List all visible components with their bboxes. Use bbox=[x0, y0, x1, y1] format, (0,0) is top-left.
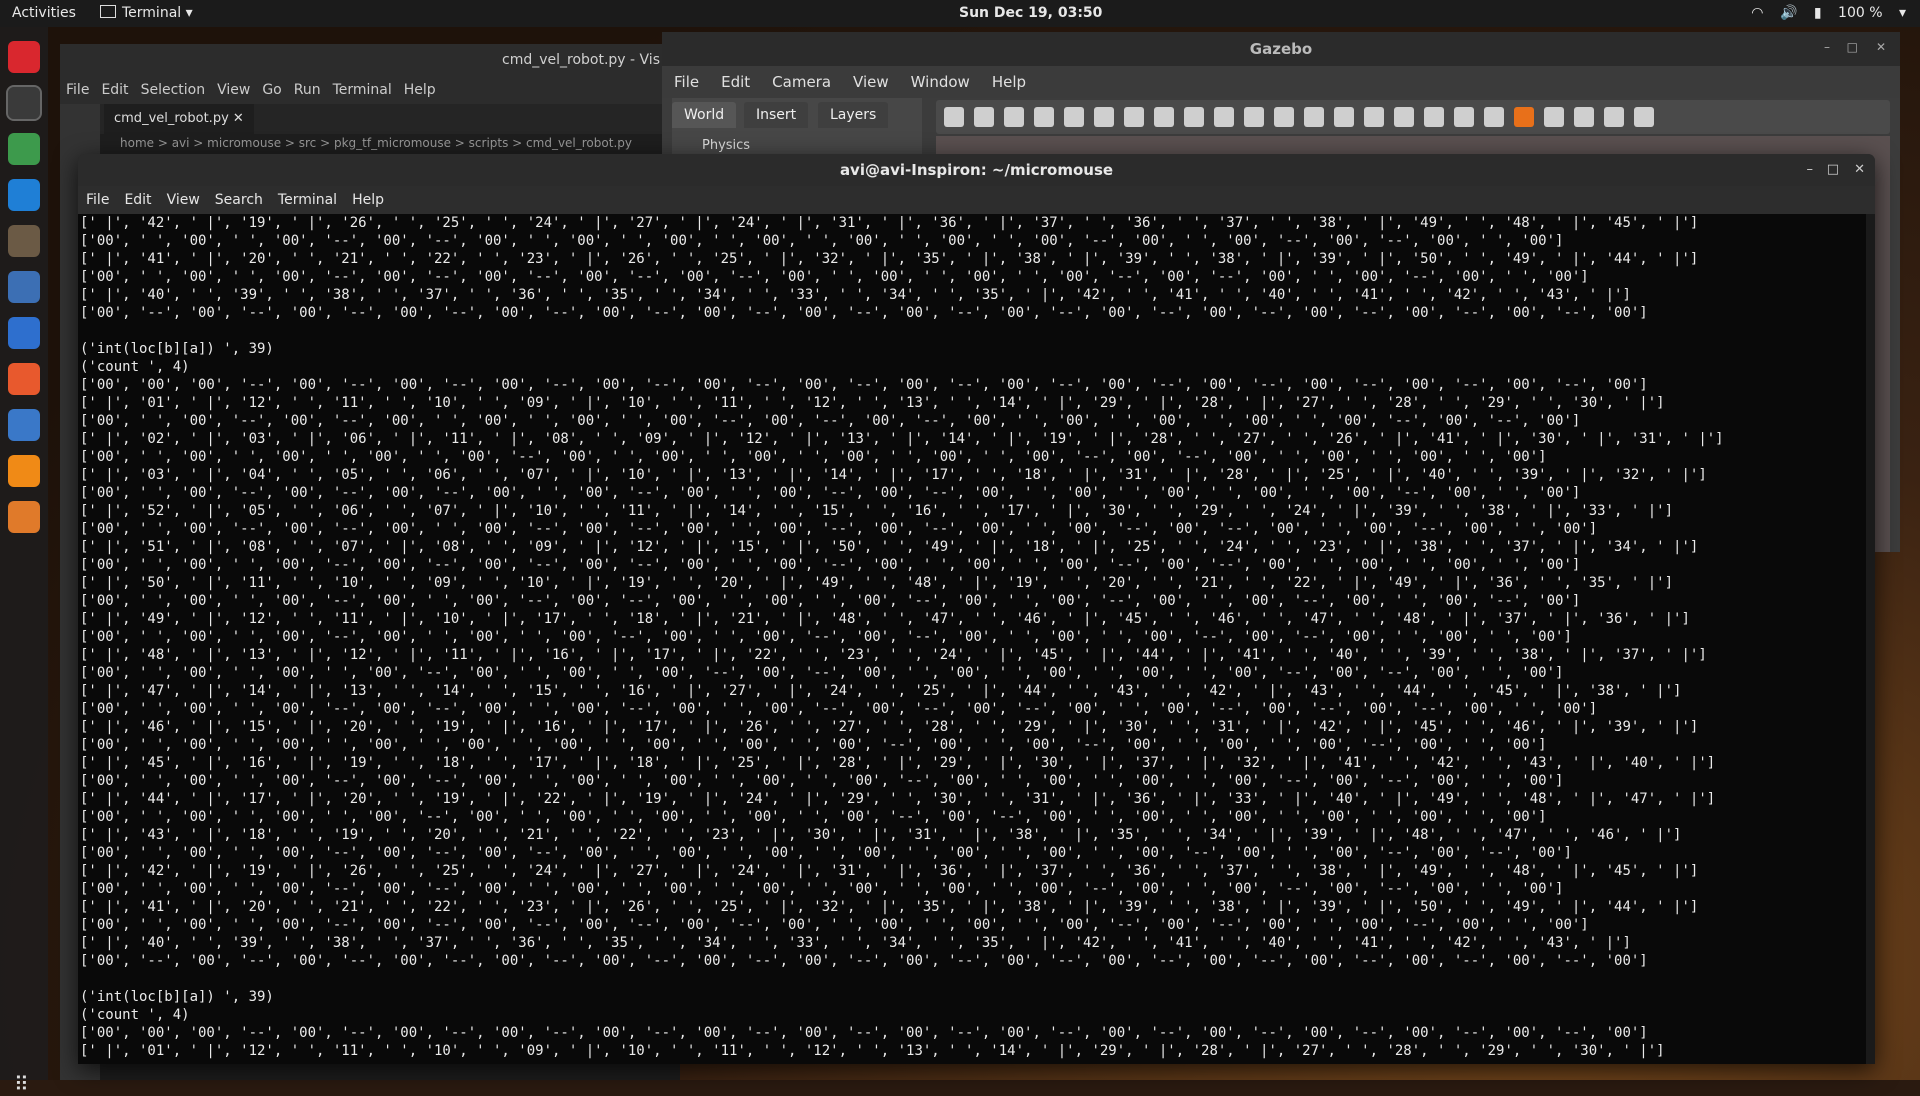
opera-icon[interactable] bbox=[8, 41, 40, 73]
gazebo-tool-icon[interactable] bbox=[1364, 107, 1384, 127]
gazebo-tool-icon[interactable] bbox=[1064, 107, 1084, 127]
gazebo-tool-icon[interactable] bbox=[1634, 107, 1654, 127]
terminal-icon bbox=[100, 5, 116, 18]
gazebo-tool-icon[interactable] bbox=[1544, 107, 1564, 127]
gazebo-tool-icon[interactable] bbox=[1184, 107, 1204, 127]
tab-insert[interactable]: Insert bbox=[744, 102, 809, 128]
gazebo-tool-icon[interactable] bbox=[1274, 107, 1294, 127]
files-icon[interactable] bbox=[8, 225, 40, 257]
gazebo-menu-view[interactable]: View bbox=[853, 73, 889, 91]
vscode-menu-run[interactable]: Run bbox=[294, 82, 321, 98]
vscode-menu-terminal[interactable]: Terminal bbox=[333, 82, 392, 98]
vscode-menu-go[interactable]: Go bbox=[262, 82, 281, 98]
system-tray[interactable]: ◠ 🔊 ▮ 100 % ▾ bbox=[1739, 5, 1906, 21]
vlc-icon[interactable] bbox=[8, 455, 40, 487]
system-monitor-icon[interactable] bbox=[8, 271, 40, 303]
gazebo-tool-icon[interactable] bbox=[1154, 107, 1174, 127]
gazebo-tool-icon[interactable] bbox=[1514, 107, 1534, 127]
battery-label: 100 % bbox=[1838, 5, 1883, 21]
vscode-tabbar: cmd_vel_robot.py ✕ bbox=[100, 104, 680, 134]
vscode-menubar: File Edit Selection View Go Run Terminal Help bbox=[60, 76, 680, 104]
top-bar: Activities Terminal ▾ Sun Dec 19, 03:50 … bbox=[0, 0, 1920, 27]
gazebo-menu-file[interactable]: File bbox=[674, 73, 699, 91]
gazebo-tool-icon[interactable] bbox=[1454, 107, 1474, 127]
gazebo-tool-icon[interactable] bbox=[1034, 107, 1054, 127]
gazebo-menu-window[interactable]: Window bbox=[911, 73, 970, 91]
tab-world[interactable]: World bbox=[672, 102, 737, 128]
app-menu-label: Terminal bbox=[122, 5, 182, 21]
gazebo-menu-edit[interactable]: Edit bbox=[721, 73, 750, 91]
clock[interactable]: Sun Dec 19, 03:50 bbox=[959, 5, 1102, 21]
terminal-menu-file[interactable]: File bbox=[86, 192, 109, 208]
close-icon[interactable]: ✕ bbox=[1854, 162, 1865, 177]
dock: ⠿ bbox=[0, 27, 48, 1096]
terminal-title: avi@avi-Inspiron: ~/micromouse bbox=[78, 154, 1875, 186]
terminal-scrollbar[interactable] bbox=[1866, 214, 1875, 1064]
terminal-icon[interactable] bbox=[6, 85, 42, 121]
terminal-menu-search[interactable]: Search bbox=[215, 192, 263, 208]
writer-icon[interactable] bbox=[8, 317, 40, 349]
gazebo-tool-icon[interactable] bbox=[974, 107, 994, 127]
wifi-icon: ◠ bbox=[1751, 5, 1764, 21]
physics-item[interactable]: Physics bbox=[702, 138, 750, 153]
vscode-menu-file[interactable]: File bbox=[66, 82, 89, 98]
tab-layers[interactable]: Layers bbox=[818, 102, 889, 128]
show-applications-icon[interactable]: ⠿ bbox=[14, 1072, 29, 1096]
vscode-menu-selection[interactable]: Selection bbox=[141, 82, 206, 98]
gazebo-tool-icon[interactable] bbox=[1424, 107, 1444, 127]
gazebo-tool-icon[interactable] bbox=[1004, 107, 1024, 127]
gazebo-title: Gazebo bbox=[662, 32, 1900, 66]
maximize-icon[interactable]: □ bbox=[1847, 40, 1858, 54]
gazebo-tool-icon[interactable] bbox=[1604, 107, 1624, 127]
gazebo-tool-icon[interactable] bbox=[1094, 107, 1114, 127]
chrome-icon[interactable] bbox=[8, 133, 40, 165]
close-icon[interactable]: ✕ bbox=[1876, 40, 1886, 54]
app-menu-button[interactable]: Terminal ▾ bbox=[100, 5, 193, 21]
software-icon[interactable] bbox=[8, 363, 40, 395]
gazebo-tool-icon[interactable] bbox=[1484, 107, 1504, 127]
close-icon[interactable]: ✕ bbox=[233, 111, 244, 126]
chevron-down-icon: ▾ bbox=[1898, 5, 1906, 21]
gazebo-tool-icon[interactable] bbox=[944, 107, 964, 127]
terminal-output[interactable]: [' |', '42', ' |', '19', ' |', '26', ' '… bbox=[78, 214, 1866, 1064]
terminal-menu-terminal[interactable]: Terminal bbox=[278, 192, 337, 208]
gazebo-menubar: File Edit Camera View Window Help bbox=[662, 66, 1900, 98]
maximize-icon[interactable]: □ bbox=[1827, 162, 1839, 177]
volume-icon: 🔊 bbox=[1779, 5, 1798, 21]
terminal-text: [' |', '42', ' |', '19', ' |', '26', ' '… bbox=[80, 215, 1724, 1059]
battery-icon: ▮ bbox=[1813, 5, 1822, 21]
help-icon[interactable] bbox=[8, 409, 40, 441]
gazebo-menu-camera[interactable]: Camera bbox=[772, 73, 831, 91]
gazebo-tool-icon[interactable] bbox=[1394, 107, 1414, 127]
editor-tab-label: cmd_vel_robot.py bbox=[114, 111, 229, 126]
terminal-menu-view[interactable]: View bbox=[167, 192, 200, 208]
breadcrumb: home > avi > micromouse > src > pkg_tf_m… bbox=[120, 136, 632, 150]
layers-icon[interactable] bbox=[8, 501, 40, 533]
gazebo-tool-icon[interactable] bbox=[1574, 107, 1594, 127]
gazebo-menu-help[interactable]: Help bbox=[992, 73, 1026, 91]
activities-button[interactable]: Activities bbox=[12, 5, 76, 21]
vscode-menu-view[interactable]: View bbox=[217, 82, 250, 98]
gazebo-tool-icon[interactable] bbox=[1244, 107, 1264, 127]
vscode-icon[interactable] bbox=[8, 179, 40, 211]
vscode-title: cmd_vel_robot.py - Vis bbox=[60, 44, 680, 76]
terminal-menubar: File Edit View Search Terminal Help bbox=[78, 186, 1875, 214]
minimize-icon[interactable]: – bbox=[1824, 40, 1830, 54]
gazebo-toolbar bbox=[936, 100, 1890, 134]
vscode-menu-help[interactable]: Help bbox=[404, 82, 436, 98]
terminal-menu-help[interactable]: Help bbox=[352, 192, 384, 208]
minimize-icon[interactable]: – bbox=[1807, 162, 1814, 177]
gazebo-tool-icon[interactable] bbox=[1214, 107, 1234, 127]
terminal-menu-edit[interactable]: Edit bbox=[124, 192, 151, 208]
terminal-window: avi@avi-Inspiron: ~/micromouse – □ ✕ Fil… bbox=[78, 154, 1875, 1064]
gazebo-tool-icon[interactable] bbox=[1304, 107, 1324, 127]
gazebo-tool-icon[interactable] bbox=[1124, 107, 1144, 127]
editor-tab[interactable]: cmd_vel_robot.py ✕ bbox=[104, 104, 254, 134]
vscode-menu-edit[interactable]: Edit bbox=[101, 82, 128, 98]
gazebo-tool-icon[interactable] bbox=[1334, 107, 1354, 127]
